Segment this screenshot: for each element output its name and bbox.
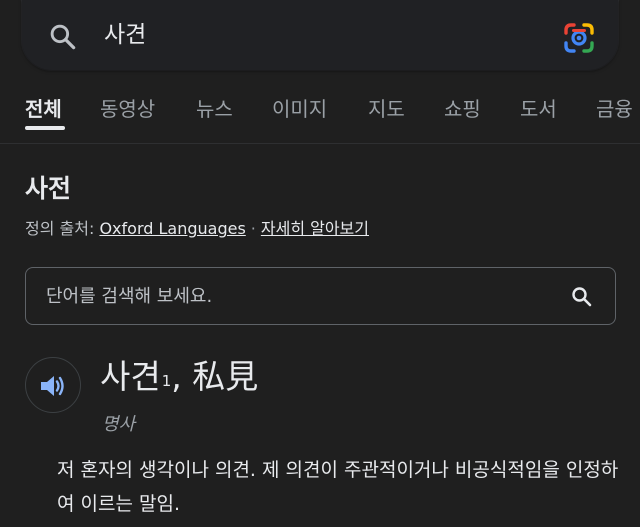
source-prefix: 정의 출처: <box>25 219 95 238</box>
search-query[interactable]: 사견 <box>104 18 146 52</box>
search-bar[interactable]: 사견 <box>22 0 618 70</box>
active-tab-indicator <box>25 126 65 130</box>
entry-headword: 사견1, 私見 <box>100 354 258 400</box>
entry-hanja: , 私見 <box>171 357 259 396</box>
tab-news[interactable]: 뉴스 <box>196 96 233 122</box>
oxford-languages-link[interactable]: Oxford Languages <box>99 219 245 238</box>
dictionary-source: 정의 출처: Oxford Languages · 자세히 알아보기 <box>25 218 369 240</box>
search-tabs: 전체 동영상 뉴스 이미지 지도 쇼핑 도서 금융 <box>0 86 640 134</box>
google-lens-icon[interactable] <box>562 21 596 55</box>
tab-all[interactable]: 전체 <box>25 96 62 122</box>
tab-maps[interactable]: 지도 <box>368 96 405 122</box>
dictionary-search-box[interactable] <box>25 267 616 325</box>
entry-definition: 저 혼자의 생각이나 의견. 제 의견이 주관적이거나 비공식적임을 인정하여 … <box>57 459 619 515</box>
dictionary-search-input[interactable] <box>46 268 546 324</box>
speaker-icon <box>41 376 64 396</box>
learn-more-link[interactable]: 자세히 알아보기 <box>261 219 369 238</box>
tab-finance[interactable]: 금융 <box>596 96 633 122</box>
search-icon[interactable] <box>48 22 78 52</box>
search-icon[interactable] <box>570 285 594 309</box>
entry-homonym-number: 1 <box>161 372 172 390</box>
tabs-divider <box>0 143 640 144</box>
source-separator: · <box>250 219 256 238</box>
dictionary-title: 사전 <box>25 174 72 203</box>
part-of-speech: 명사 <box>102 414 136 435</box>
tab-images[interactable]: 이미지 <box>272 96 327 122</box>
tab-shopping[interactable]: 쇼핑 <box>444 96 481 122</box>
pronunciation-button[interactable] <box>25 357 81 413</box>
tab-videos[interactable]: 동영상 <box>100 96 155 122</box>
tab-books[interactable]: 도서 <box>520 96 557 122</box>
entry-word: 사견 <box>100 357 161 396</box>
